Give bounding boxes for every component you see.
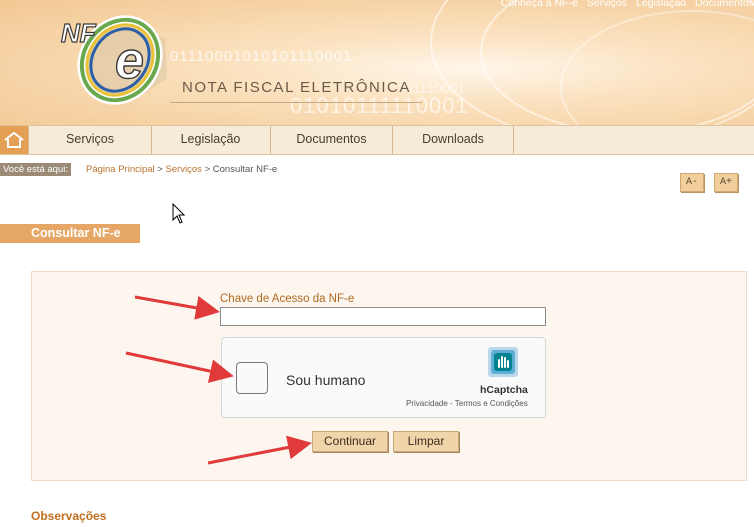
hcaptcha-links[interactable]: Privacidade - Termos e Condições [406,399,528,408]
binary-decoration: 01110001 [405,80,466,96]
breadcrumb-separator: > [204,164,211,175]
top-link-documentos[interactable]: Documentos [695,0,754,9]
hcaptcha-logo-icon [488,347,518,377]
chave-acesso-label: Chave de Acesso da NF-e [220,293,355,305]
captcha-label: Sou humano [286,372,366,388]
nav-item-servicos[interactable]: Serviços [28,126,152,154]
nav-item-documentos[interactable]: Documentos [271,126,393,154]
home-icon [4,131,24,148]
top-link-servicos[interactable]: Serviços [587,0,627,9]
binary-decoration: 01110001010101110001 [170,48,353,65]
binary-decoration: 01010111110001 [290,93,469,118]
continuar-button[interactable]: Continuar [312,431,388,452]
mouse-cursor-icon [172,203,186,224]
nav-item-legislacao[interactable]: Legislação [151,126,271,154]
section-title: Consultar NF-e [0,224,140,243]
site-title: NOTA FISCAL ELETRÔNICA [182,79,411,96]
logo-text: NF [61,18,97,48]
breadcrumb: Página Principal > Serviços > Consultar … [86,164,277,175]
breadcrumb-label: Você está aqui: [0,163,71,176]
breadcrumb-current: Consultar NF-e [212,164,278,175]
nav-item-downloads[interactable]: Downloads [393,126,514,154]
nfe-logo[interactable]: NF e [55,8,175,108]
captcha-checkbox[interactable] [236,362,268,394]
observacoes-heading: Observações [31,509,107,523]
breadcrumb-home-link[interactable]: Página Principal [86,164,155,175]
limpar-button[interactable]: Limpar [393,431,459,452]
breadcrumb-services-link[interactable]: Serviços [166,164,202,175]
font-decrease-button[interactable]: A- [680,173,704,192]
breadcrumb-separator: > [157,164,163,175]
main-nav: Serviços Legislação Documentos Downloads [0,125,754,155]
font-increase-button[interactable]: A+ [714,173,738,192]
hcaptcha-brand: hCaptcha [480,384,528,396]
top-links: Conheça a NF-e Serviços Legislação Docum… [495,0,754,9]
title-underline [170,102,422,103]
home-button[interactable] [0,126,28,154]
header-banner: 01110001010101110001 01010111110001 0111… [0,0,754,125]
chave-acesso-input[interactable] [220,307,546,326]
svg-text:e: e [115,32,144,90]
top-link-legislacao[interactable]: Legislação [636,0,686,9]
top-link-conheca[interactable]: Conheça a NF-e [501,0,578,9]
